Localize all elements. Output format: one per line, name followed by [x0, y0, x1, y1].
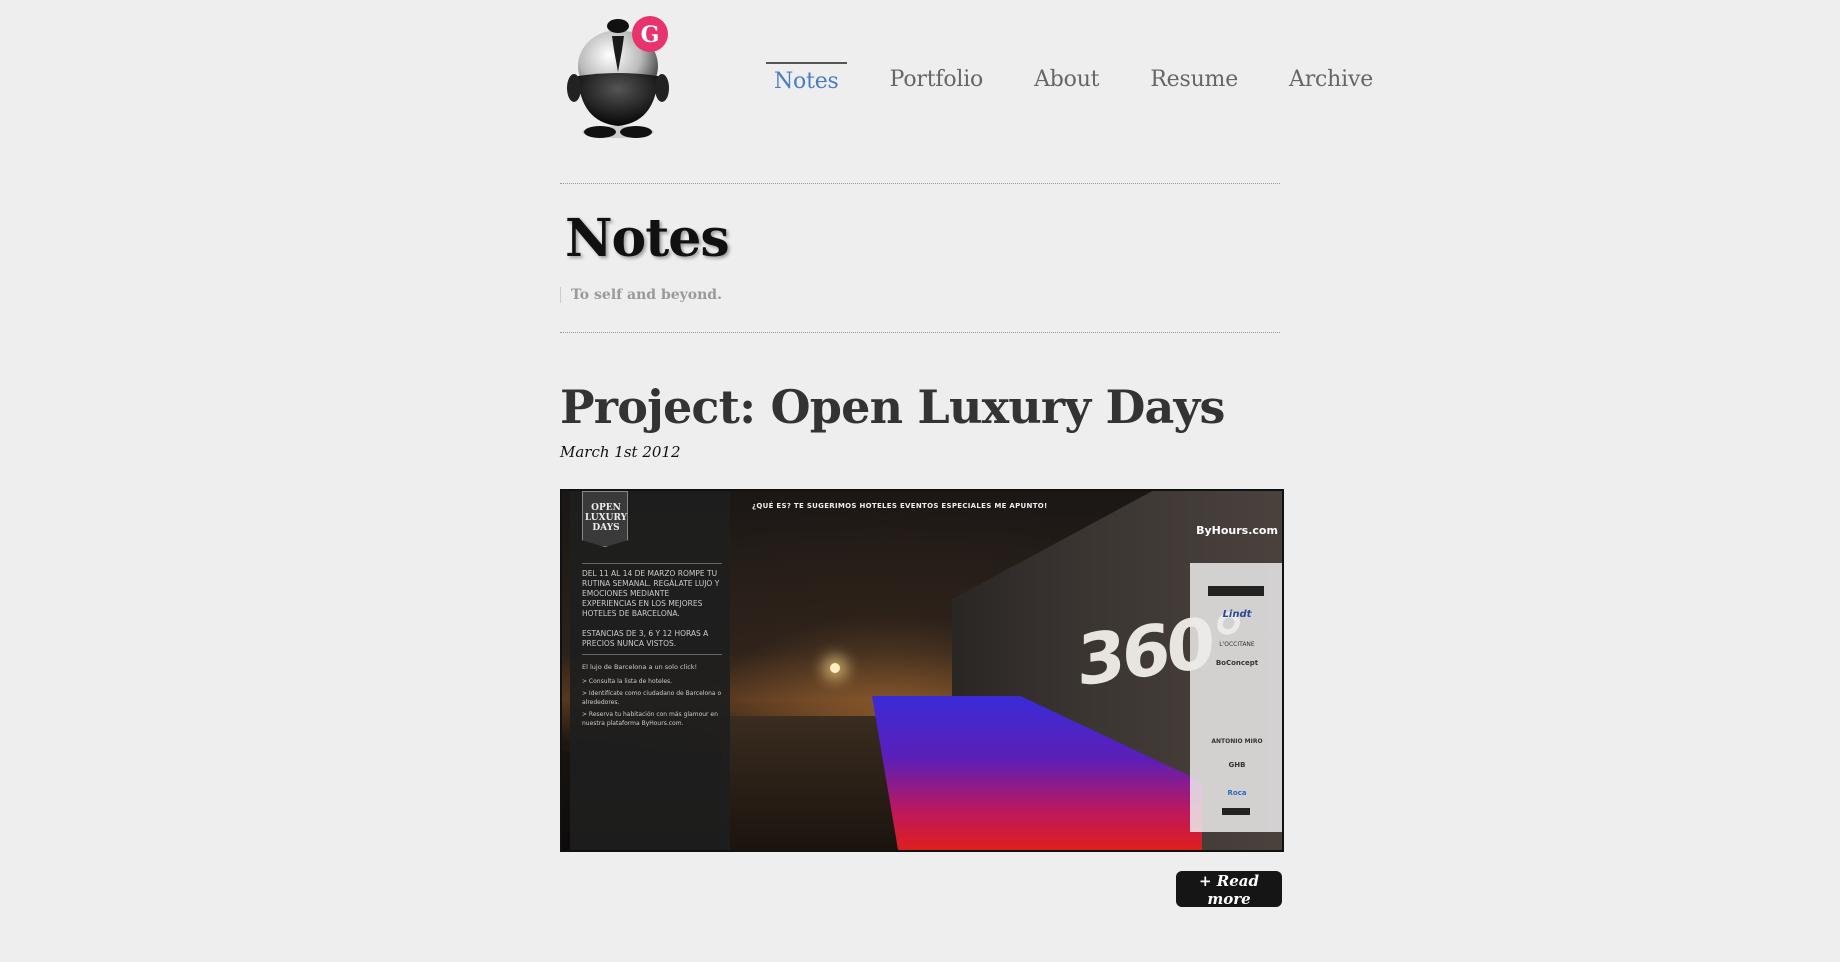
image-click-text: El lujo de Barcelona a un solo click!: [582, 663, 698, 671]
image-intro-text: DEL 11 AL 14 DE MARZO ROMPE TU RUTINA SE…: [582, 569, 720, 618]
read-more-button[interactable]: + Read more: [1176, 871, 1282, 908]
image-panel-divider: [582, 563, 722, 564]
image-sponsor-roca: Roca: [1227, 789, 1247, 797]
image-stays-text: ESTANCIAS DE 3, 6 Y 12 HORAS A PRECIOS N…: [582, 629, 709, 648]
nav-about[interactable]: About: [1026, 62, 1107, 94]
post-title[interactable]: Project: Open Luxury Days: [560, 380, 1225, 434]
logo-letter: G: [641, 22, 660, 48]
image-sponsor-ghb: GHB: [1228, 761, 1246, 769]
image-panel-divider: [582, 654, 722, 655]
image-sponsor-occitane: L'OCCITANE: [1219, 641, 1255, 648]
image-sponsor-box: [1222, 808, 1250, 815]
nav-notes[interactable]: Notes: [766, 62, 847, 94]
image-step-2: > Identifícate como ciudadano de Barcelo…: [582, 690, 722, 706]
page-tagline: To self and beyond.: [560, 287, 722, 303]
image-sponsor-box: [1208, 586, 1264, 596]
image-sponsor-antonio-miro: ANTONIO MIRO: [1211, 738, 1263, 745]
nav-resume[interactable]: Resume: [1142, 62, 1246, 94]
image-top-menu: ¿QUÉ ES? TE SUGERIMOS HOTELES EVENTOS ES…: [752, 502, 1048, 510]
image-sponsor-lindt: Lindt: [1222, 609, 1252, 620]
image-lamp: [830, 663, 840, 673]
nav-archive[interactable]: Archive: [1281, 62, 1381, 94]
site-logo[interactable]: G: [560, 14, 684, 142]
main-nav: Notes Portfolio About Resume Archive: [766, 62, 1381, 94]
post-image[interactable]: 360° OPEN LUXURY DAYS DEL 11 AL 14 DE MA…: [560, 489, 1284, 852]
page-title: Notes: [565, 208, 730, 269]
image-badge-text: OPEN LUXURY DAYS: [584, 503, 628, 533]
image-brand-logo: ByHours.com: [1196, 524, 1278, 537]
image-sponsor-boconcept: BoConcept: [1215, 659, 1259, 667]
nav-portfolio[interactable]: Portfolio: [882, 62, 991, 94]
page-container: G Notes Portfolio About Resume Archive N…: [560, 0, 1373, 962]
image-step-1: > Consulta la lista de hoteles.: [582, 678, 673, 685]
title-divider: [560, 332, 1280, 333]
header-divider: [560, 183, 1280, 184]
post-date: March 1st 2012: [560, 443, 681, 461]
image-step-3: > Reserva tu habitación con más glamour …: [582, 711, 718, 727]
